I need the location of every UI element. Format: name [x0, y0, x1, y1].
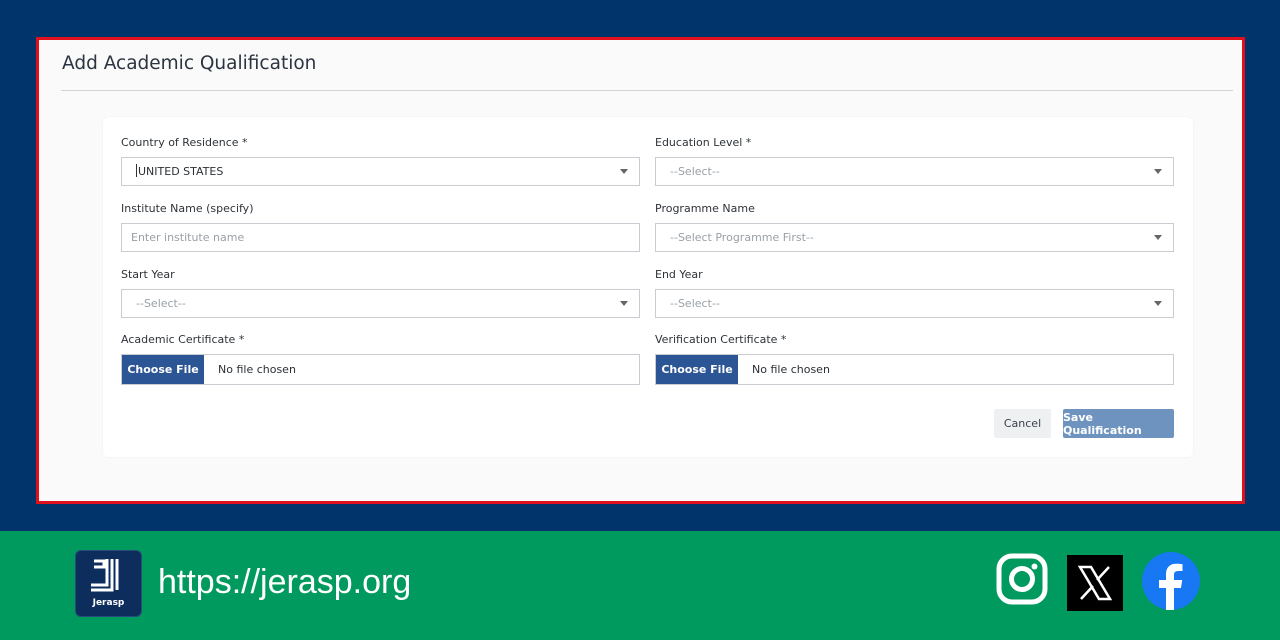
country-field: Country of Residence * UNITED STATES: [121, 136, 640, 186]
education-level-field: Education Level * --Select--: [655, 136, 1174, 186]
academic-certificate-label: Academic Certificate *: [121, 333, 245, 346]
verification-certificate-label: Verification Certificate *: [655, 333, 787, 346]
footer-banner: Jerasp https://jerasp.org: [0, 531, 1280, 640]
academic-file-status: No file chosen: [218, 363, 296, 376]
verification-choose-file-button[interactable]: Choose File: [656, 355, 738, 384]
jerasp-logo: Jerasp: [75, 550, 142, 617]
academic-certificate-upload: Choose File No file chosen: [121, 354, 640, 385]
start-year-value: --Select--: [136, 297, 186, 310]
form-card: Country of Residence * UNITED STATES Edu…: [103, 117, 1193, 457]
website-url[interactable]: https://jerasp.org: [158, 563, 411, 602]
start-year-field: Start Year --Select--: [121, 268, 640, 318]
instagram-icon[interactable]: [996, 553, 1048, 605]
country-select[interactable]: UNITED STATES: [121, 157, 640, 186]
programme-field: Programme Name --Select Programme First-…: [655, 202, 1174, 252]
cancel-button[interactable]: Cancel: [994, 409, 1051, 438]
logo-mark-icon: [91, 559, 119, 592]
education-level-value: --Select--: [670, 165, 720, 178]
logo-text: Jerasp: [92, 598, 125, 608]
academic-choose-file-button[interactable]: Choose File: [122, 355, 204, 384]
text-cursor: [136, 164, 137, 177]
save-qualification-button[interactable]: Save Qualification: [1063, 409, 1174, 438]
end-year-label: End Year: [655, 268, 703, 281]
programme-select[interactable]: --Select Programme First--: [655, 223, 1174, 252]
page-title: Add Academic Qualification: [62, 53, 317, 74]
chevron-down-icon: [620, 169, 628, 174]
end-year-field: End Year --Select--: [655, 268, 1174, 318]
verification-certificate-upload: Choose File No file chosen: [655, 354, 1174, 385]
divider: [61, 90, 1233, 91]
programme-label: Programme Name: [655, 202, 755, 215]
academic-certificate-field: Academic Certificate * Choose File No fi…: [121, 333, 640, 385]
education-level-select[interactable]: --Select--: [655, 157, 1174, 186]
start-year-label: Start Year: [121, 268, 175, 281]
education-level-label: Education Level *: [655, 136, 752, 149]
institute-input[interactable]: [131, 224, 639, 251]
verification-certificate-field: Verification Certificate * Choose File N…: [655, 333, 1174, 385]
chevron-down-icon: [620, 301, 628, 306]
start-year-select[interactable]: --Select--: [121, 289, 640, 318]
country-value: UNITED STATES: [138, 165, 224, 178]
end-year-value: --Select--: [670, 297, 720, 310]
country-label: Country of Residence *: [121, 136, 248, 149]
chevron-down-icon: [1154, 301, 1162, 306]
x-icon[interactable]: [1067, 555, 1123, 611]
programme-value: --Select Programme First--: [670, 231, 814, 244]
end-year-select[interactable]: --Select--: [655, 289, 1174, 318]
chevron-down-icon: [1154, 169, 1162, 174]
institute-field: Institute Name (specify): [121, 202, 640, 252]
form-frame: Add Academic Qualification Country of Re…: [36, 37, 1245, 504]
chevron-down-icon: [1154, 235, 1162, 240]
verification-file-status: No file chosen: [752, 363, 830, 376]
institute-label: Institute Name (specify): [121, 202, 254, 215]
institute-input-wrap: [121, 223, 640, 252]
facebook-icon[interactable]: [1142, 552, 1200, 610]
